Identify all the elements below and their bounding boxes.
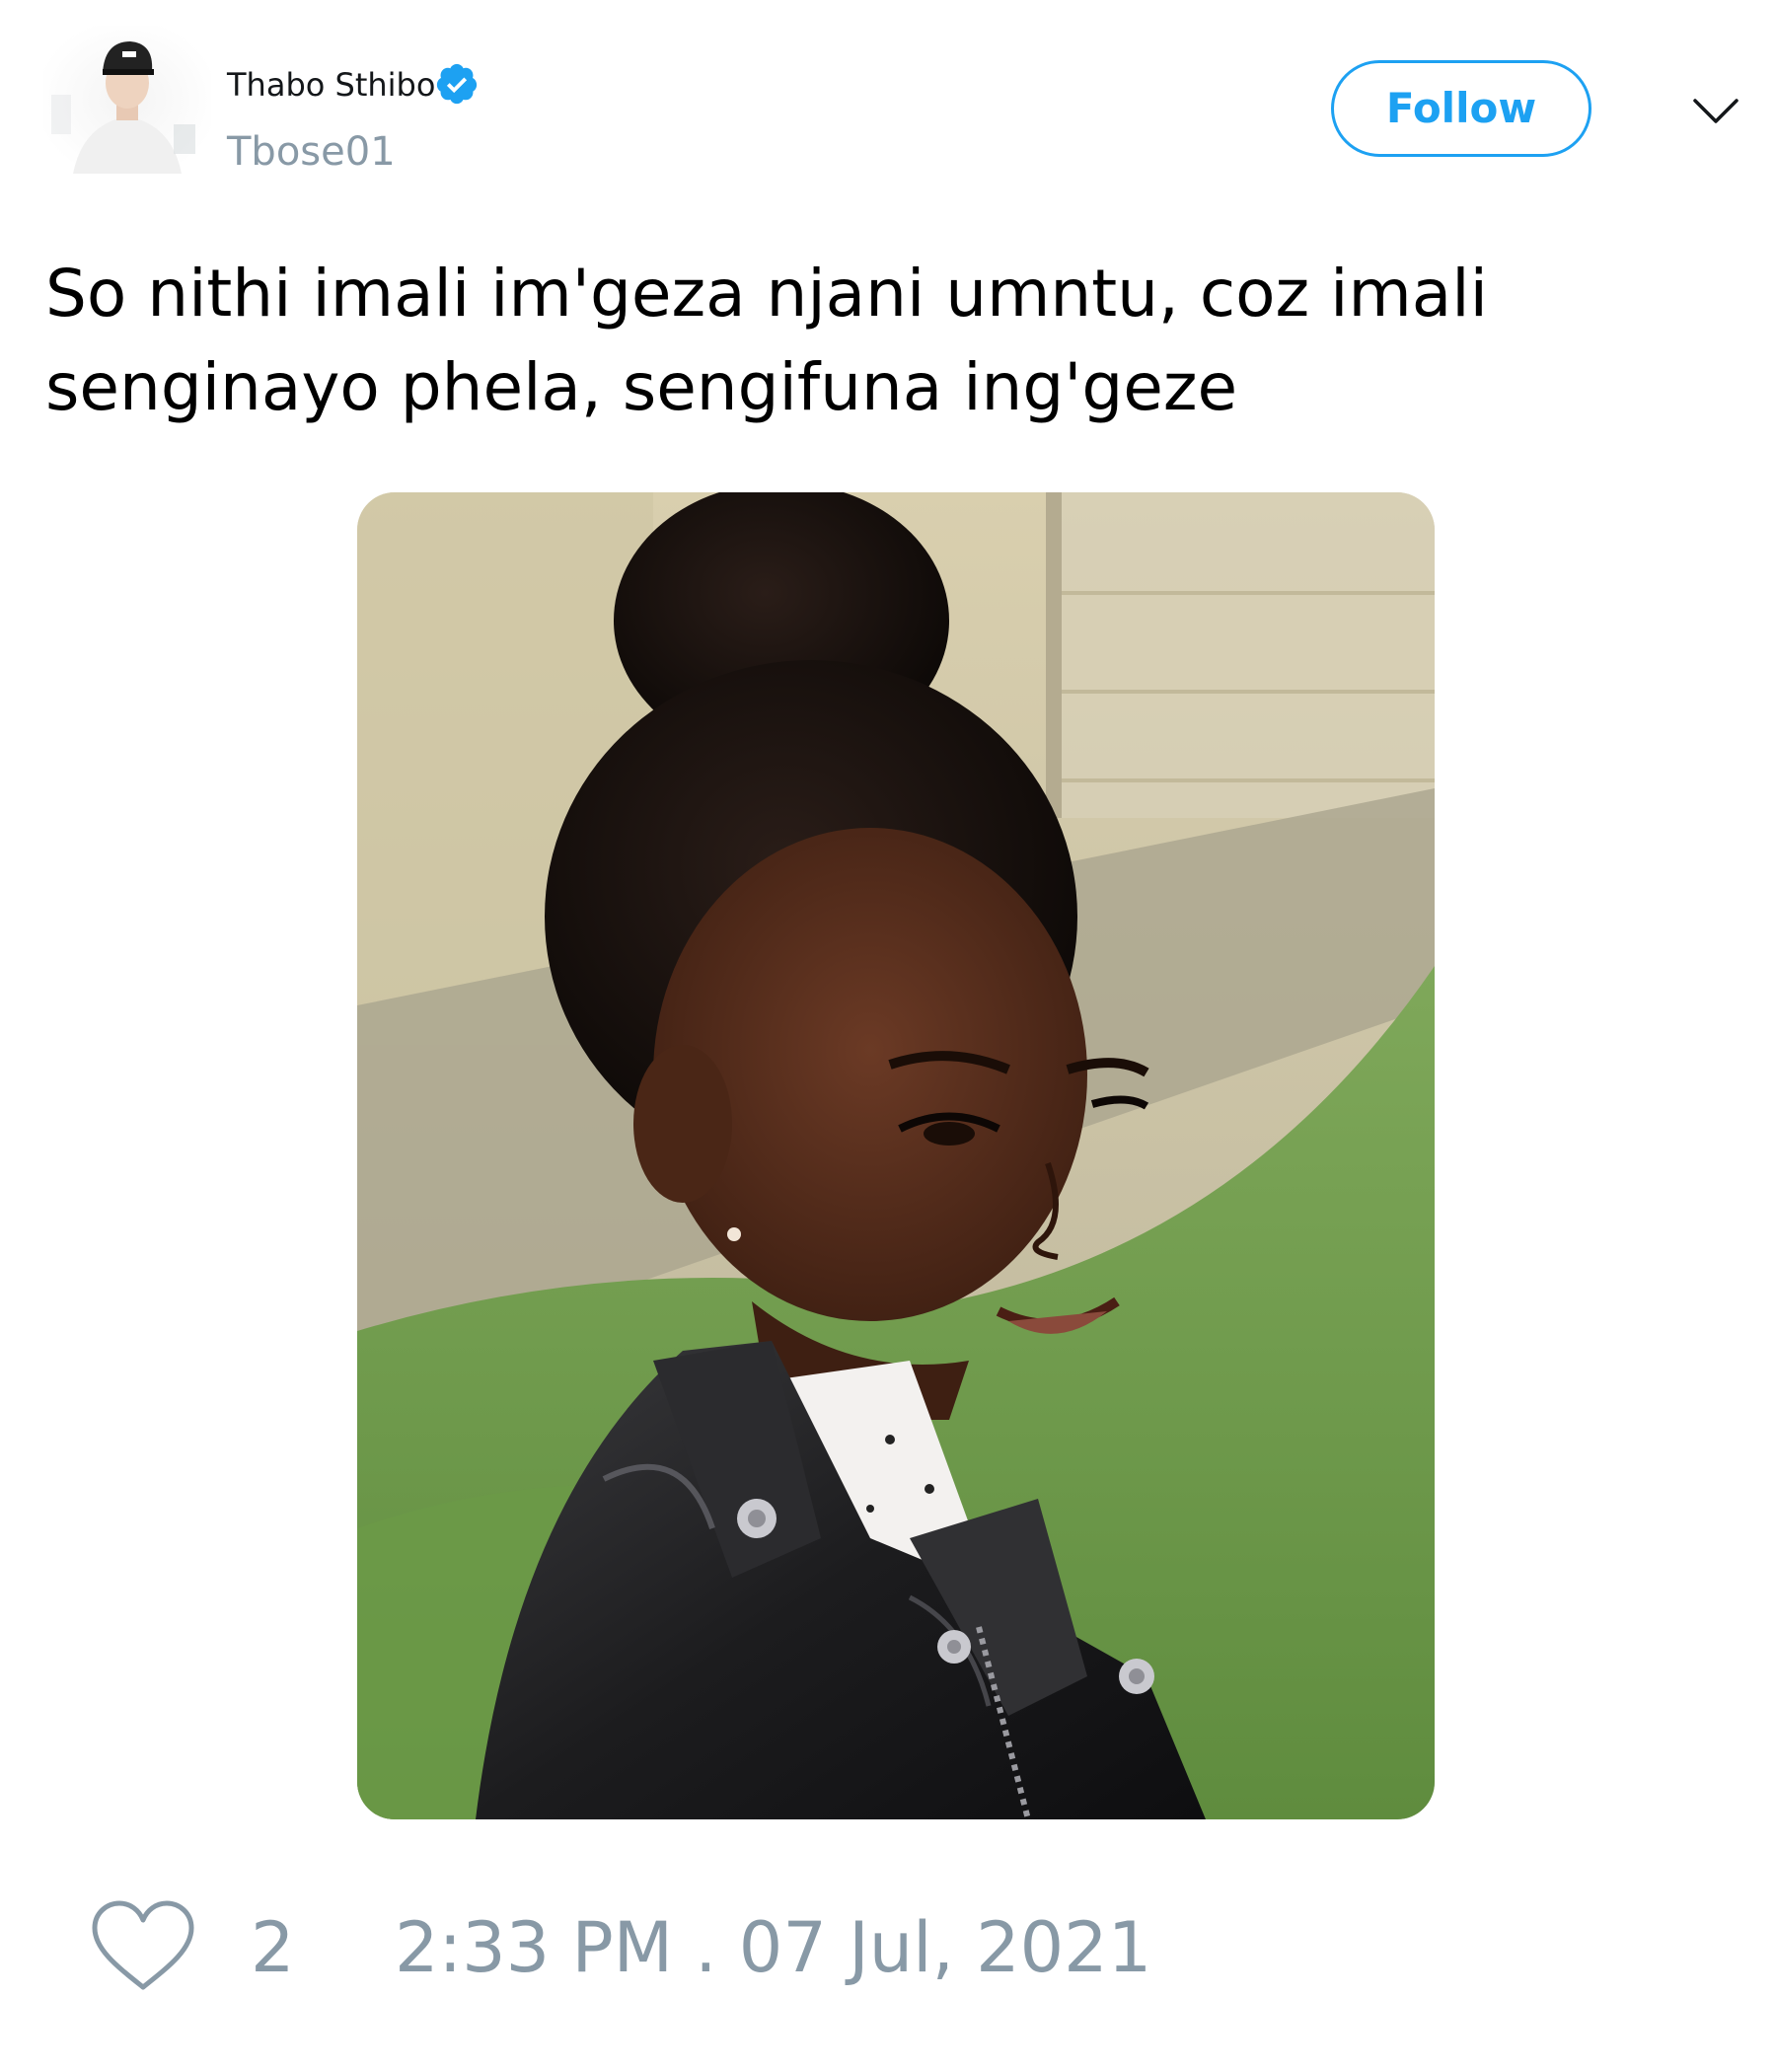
tweet-media[interactable]: [357, 492, 1435, 1819]
heart-icon[interactable]: [89, 1896, 197, 1995]
tweet-timestamp[interactable]: 2:33 PM . 07 Jul, 2021: [395, 1908, 1151, 1987]
like-count: 2: [251, 1907, 295, 1988]
avatar[interactable]: [43, 26, 211, 174]
photo-girl-leather-jacket-icon: [357, 492, 1435, 1819]
verified-badge-icon: [436, 63, 478, 105]
display-name[interactable]: Thabo Sthibo: [227, 65, 435, 105]
follow-button[interactable]: Follow: [1331, 60, 1591, 157]
user-handle[interactable]: Tbose01: [227, 128, 396, 176]
chevron-down-icon[interactable]: [1691, 87, 1740, 136]
tweet-text: So nithi imali im'geza njani umntu, coz …: [45, 256, 1488, 425]
user-avatar-photo-icon: [43, 26, 211, 174]
